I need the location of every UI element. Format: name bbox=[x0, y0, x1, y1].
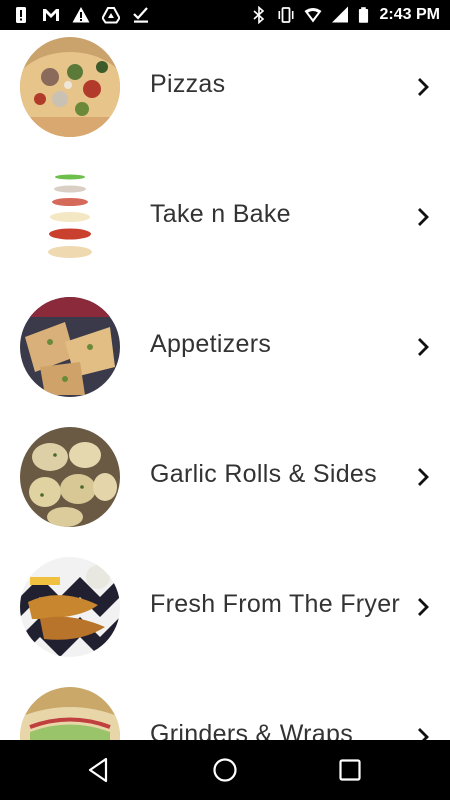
chevron-right-icon bbox=[418, 728, 429, 740]
status-bar: 2:43 PM bbox=[0, 0, 450, 30]
warning-icon bbox=[72, 7, 90, 23]
menu-item-pizzas[interactable]: Pizzas bbox=[0, 30, 450, 160]
status-left-icons bbox=[12, 6, 150, 24]
grinders-wraps-thumbnail bbox=[20, 687, 120, 740]
chevron-right-icon bbox=[418, 78, 429, 96]
drive-icon bbox=[102, 7, 120, 24]
bluetooth-icon bbox=[252, 6, 264, 24]
home-icon[interactable] bbox=[210, 755, 240, 785]
chevron-right-icon bbox=[418, 598, 429, 616]
menu-item-label: Fresh From The Fryer bbox=[150, 590, 401, 618]
menu-item-label: Garlic Rolls & Sides bbox=[150, 460, 377, 488]
signal-icon bbox=[331, 6, 348, 23]
gmail-icon bbox=[43, 9, 59, 21]
chevron-right-icon bbox=[418, 208, 429, 226]
garlic-rolls-thumbnail bbox=[20, 427, 120, 527]
status-clock: 2:43 PM bbox=[379, 6, 440, 23]
menu-item-garlic-rolls-sides[interactable]: Garlic Rolls & Sides bbox=[0, 420, 450, 550]
menu-item-take-n-bake[interactable]: Take n Bake bbox=[0, 160, 450, 290]
menu-item-label: Appetizers bbox=[150, 330, 272, 358]
chevron-right-icon bbox=[418, 338, 429, 356]
wifi-icon bbox=[304, 8, 322, 23]
recents-icon[interactable] bbox=[335, 755, 365, 785]
menu-item-label: Take n Bake bbox=[150, 200, 291, 228]
pizza-thumbnail bbox=[20, 37, 120, 137]
status-right-icons: 2:43 PM bbox=[250, 6, 440, 24]
download-done-icon bbox=[133, 7, 148, 23]
chevron-right-icon bbox=[418, 468, 429, 486]
navigation-bar bbox=[0, 740, 450, 800]
menu-item-label: Grinders & Wraps bbox=[150, 720, 354, 740]
appetizers-thumbnail bbox=[20, 297, 120, 397]
menu-category-list[interactable]: Pizzas Take n Bake Appetizers Garlic Rol… bbox=[0, 30, 450, 740]
battery-icon bbox=[358, 7, 368, 23]
menu-item-grinders-wraps[interactable]: Grinders & Wraps bbox=[0, 680, 450, 740]
menu-item-appetizers[interactable]: Appetizers bbox=[0, 290, 450, 420]
take-n-bake-thumbnail bbox=[20, 167, 120, 267]
fried-fish-thumbnail bbox=[20, 557, 120, 657]
vibrate-icon bbox=[278, 7, 294, 23]
menu-item-fresh-from-the-fryer[interactable]: Fresh From The Fryer bbox=[0, 550, 450, 680]
menu-item-label: Pizzas bbox=[150, 70, 226, 98]
alert-notification-icon bbox=[16, 7, 26, 23]
back-icon[interactable] bbox=[84, 755, 114, 785]
